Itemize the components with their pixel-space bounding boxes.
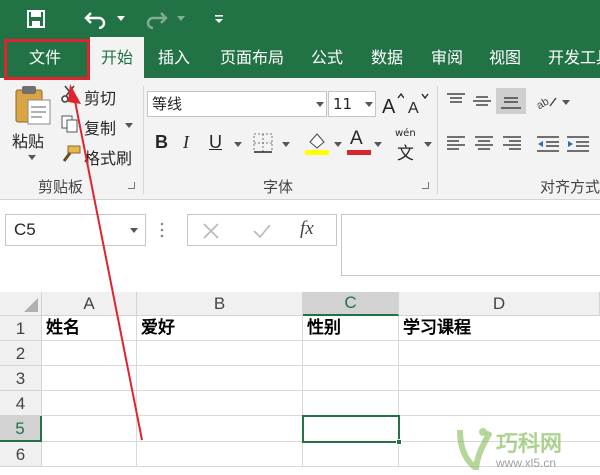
- watermark-brand: 巧科网: [496, 432, 563, 457]
- annotation-arrow-icon: [68, 84, 143, 441]
- watermark-logo-icon: [456, 424, 493, 474]
- watermark-url: www.xl5.cn: [496, 456, 557, 470]
